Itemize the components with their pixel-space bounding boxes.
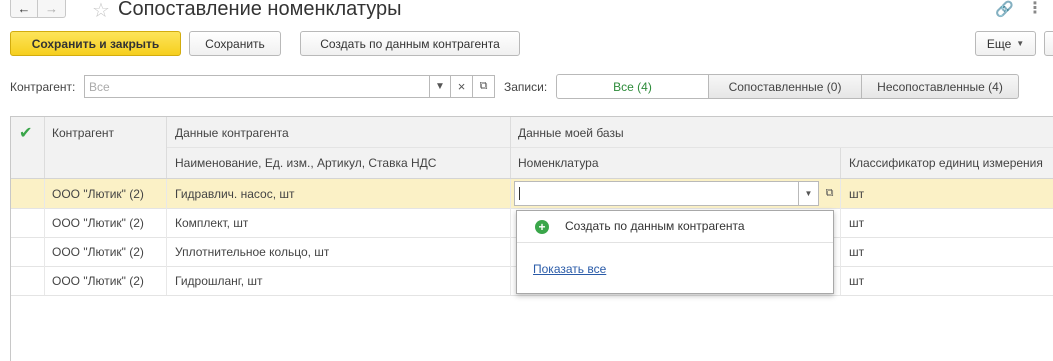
more-button-label: Еще <box>986 36 1012 51</box>
save-button[interactable]: Сохранить <box>189 31 281 56</box>
matched-check-icon[interactable]: ✔ <box>19 123 32 143</box>
clear-icon: × <box>457 79 466 94</box>
cell-counterparty[interactable]: ООО "Лютик" (2) <box>52 245 144 259</box>
show-all-link[interactable]: Показать все <box>533 262 606 276</box>
page-title: Сопоставление номенклатуры <box>118 0 402 20</box>
counterparty-label: Контрагент: <box>10 80 76 94</box>
add-circle-icon: + <box>535 220 549 234</box>
nomenclature-edit-input[interactable] <box>514 181 799 206</box>
open-window-icon: ⧉ <box>479 80 488 92</box>
group-counterparty-data: Данные контрагента <box>175 126 289 140</box>
dropdown-create-item[interactable]: + Создать по данным контрагента <box>517 211 833 241</box>
cell-unit[interactable]: шт <box>849 274 864 288</box>
dropdown-create-label: Создать по данным контрагента <box>565 219 745 233</box>
nomenclature-open-button[interactable]: ⧉ <box>819 181 840 206</box>
counterparty-dropdown-button[interactable]: ▼ <box>429 75 451 98</box>
cell-unit[interactable]: шт <box>849 216 864 230</box>
filter-matched-button[interactable]: Сопоставленные (0) <box>708 74 862 99</box>
cell-counterparty[interactable]: ООО "Лютик" (2) <box>52 187 144 201</box>
save-and-close-button[interactable]: Сохранить и закрыть <box>10 31 181 56</box>
col-counterparty[interactable]: Контрагент <box>52 126 114 140</box>
counterparty-input[interactable]: Все <box>84 75 430 98</box>
counterparty-open-button[interactable]: ⧉ <box>473 75 495 98</box>
create-from-counterparty-button[interactable]: Создать по данным контрагента <box>300 31 520 56</box>
link-icon[interactable]: 🔗 <box>995 0 1014 18</box>
group-my-base-data: Данные моей базы <box>518 126 624 140</box>
filter-unmatched-button[interactable]: Несопоставленные (4) <box>861 74 1019 99</box>
cell-name[interactable]: Гидравлич. насос, шт <box>175 187 295 201</box>
filter-all-button[interactable]: Все (4) <box>556 74 709 99</box>
caret-down-icon: ▼ <box>1016 39 1025 48</box>
caret-down-icon: ▼ <box>804 189 813 198</box>
counterparty-placeholder: Все <box>89 80 110 94</box>
cell-counterparty[interactable]: ООО "Лютик" (2) <box>52 216 144 230</box>
caret-down-icon: ▼ <box>435 81 445 92</box>
favorite-star-icon[interactable]: ☆ <box>92 0 110 23</box>
back-button[interactable]: ← <box>10 0 38 18</box>
cell-name[interactable]: Уплотнительное кольцо, шт <box>175 245 329 259</box>
counterparty-clear-button[interactable]: × <box>451 75 473 98</box>
cell-name[interactable]: Комплект, шт <box>175 216 248 230</box>
records-label: Записи: <box>504 80 548 94</box>
more-vertical-icon[interactable]: ⋮ <box>1027 0 1043 18</box>
col-name-details[interactable]: Наименование, Ед. изм., Артикул, Ставка … <box>175 156 436 170</box>
arrow-left-icon: ← <box>17 1 31 16</box>
open-window-icon: ⧉ <box>825 187 834 199</box>
cell-name[interactable]: Гидрошланг, шт <box>175 274 263 288</box>
cell-unit[interactable]: шт <box>849 245 864 259</box>
cell-unit[interactable]: шт <box>849 187 864 201</box>
help-button[interactable] <box>1044 31 1053 56</box>
nomenclature-dropdown-button[interactable]: ▼ <box>798 181 819 206</box>
col-unit-classifier[interactable]: Классификатор единиц измерения <box>849 156 1053 170</box>
arrow-right-icon: → <box>45 1 58 16</box>
forward-button[interactable]: → <box>38 0 66 18</box>
more-button[interactable]: Еще ▼ <box>975 31 1036 56</box>
cell-counterparty[interactable]: ООО "Лютик" (2) <box>52 274 144 288</box>
col-nomenclature[interactable]: Номенклатура <box>518 156 599 170</box>
nomenclature-dropdown-list: + Создать по данным контрагента Показать… <box>516 210 834 294</box>
